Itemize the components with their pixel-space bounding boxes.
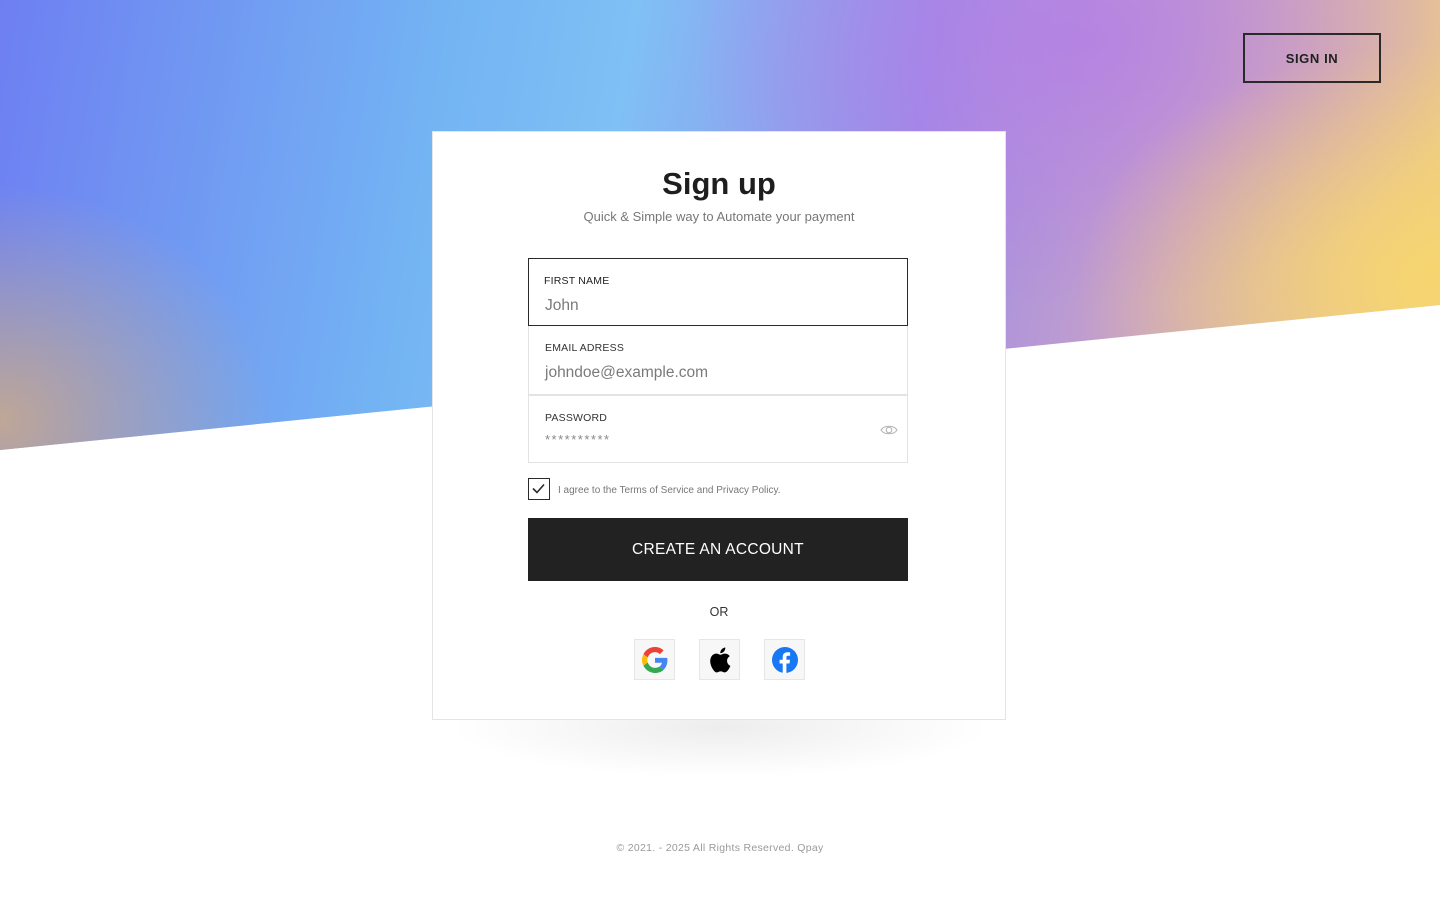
terms-checkbox[interactable] bbox=[528, 478, 550, 500]
eye-icon[interactable] bbox=[879, 420, 899, 440]
password-input[interactable]: ********** bbox=[545, 432, 611, 447]
terms-row: I agree to the Terms of Service and Priv… bbox=[528, 478, 908, 502]
apple-signin-button[interactable] bbox=[699, 639, 740, 680]
footer-copyright: © 2021. - 2025 All Rights Reserved. Qpay bbox=[616, 842, 824, 854]
facebook-signin-button[interactable] bbox=[764, 639, 805, 680]
facebook-icon bbox=[771, 646, 798, 673]
first-name-input[interactable]: John bbox=[545, 297, 579, 315]
password-field[interactable]: PASSWORD ********** bbox=[528, 395, 908, 463]
email-field[interactable]: EMAIL ADRESS johndoe@example.com bbox=[528, 326, 908, 395]
email-input[interactable]: johndoe@example.com bbox=[545, 364, 708, 382]
google-icon bbox=[641, 646, 667, 673]
create-account-button[interactable]: CREATE AN ACCOUNT bbox=[528, 518, 908, 581]
terms-label: I agree to the Terms of Service and Priv… bbox=[558, 485, 781, 496]
signup-card: Sign up Quick & Simple way to Automate y… bbox=[432, 131, 1006, 720]
password-label: PASSWORD bbox=[545, 412, 608, 424]
sign-in-button[interactable]: SIGN IN bbox=[1243, 33, 1381, 83]
first-name-label: FIRST NAME bbox=[544, 275, 610, 287]
or-divider: OR bbox=[709, 605, 729, 619]
email-label: EMAIL ADRESS bbox=[545, 342, 625, 354]
page-subtitle: Quick & Simple way to Automate your paym… bbox=[583, 209, 855, 224]
apple-icon bbox=[709, 646, 730, 672]
signup-page: SIGN IN Sign up Quick & Simple way to Au… bbox=[0, 0, 1440, 900]
google-signin-button[interactable] bbox=[634, 639, 675, 680]
first-name-field[interactable]: FIRST NAME John bbox=[528, 258, 908, 326]
checkmark-icon bbox=[532, 483, 545, 494]
page-title: Sign up bbox=[662, 166, 776, 201]
